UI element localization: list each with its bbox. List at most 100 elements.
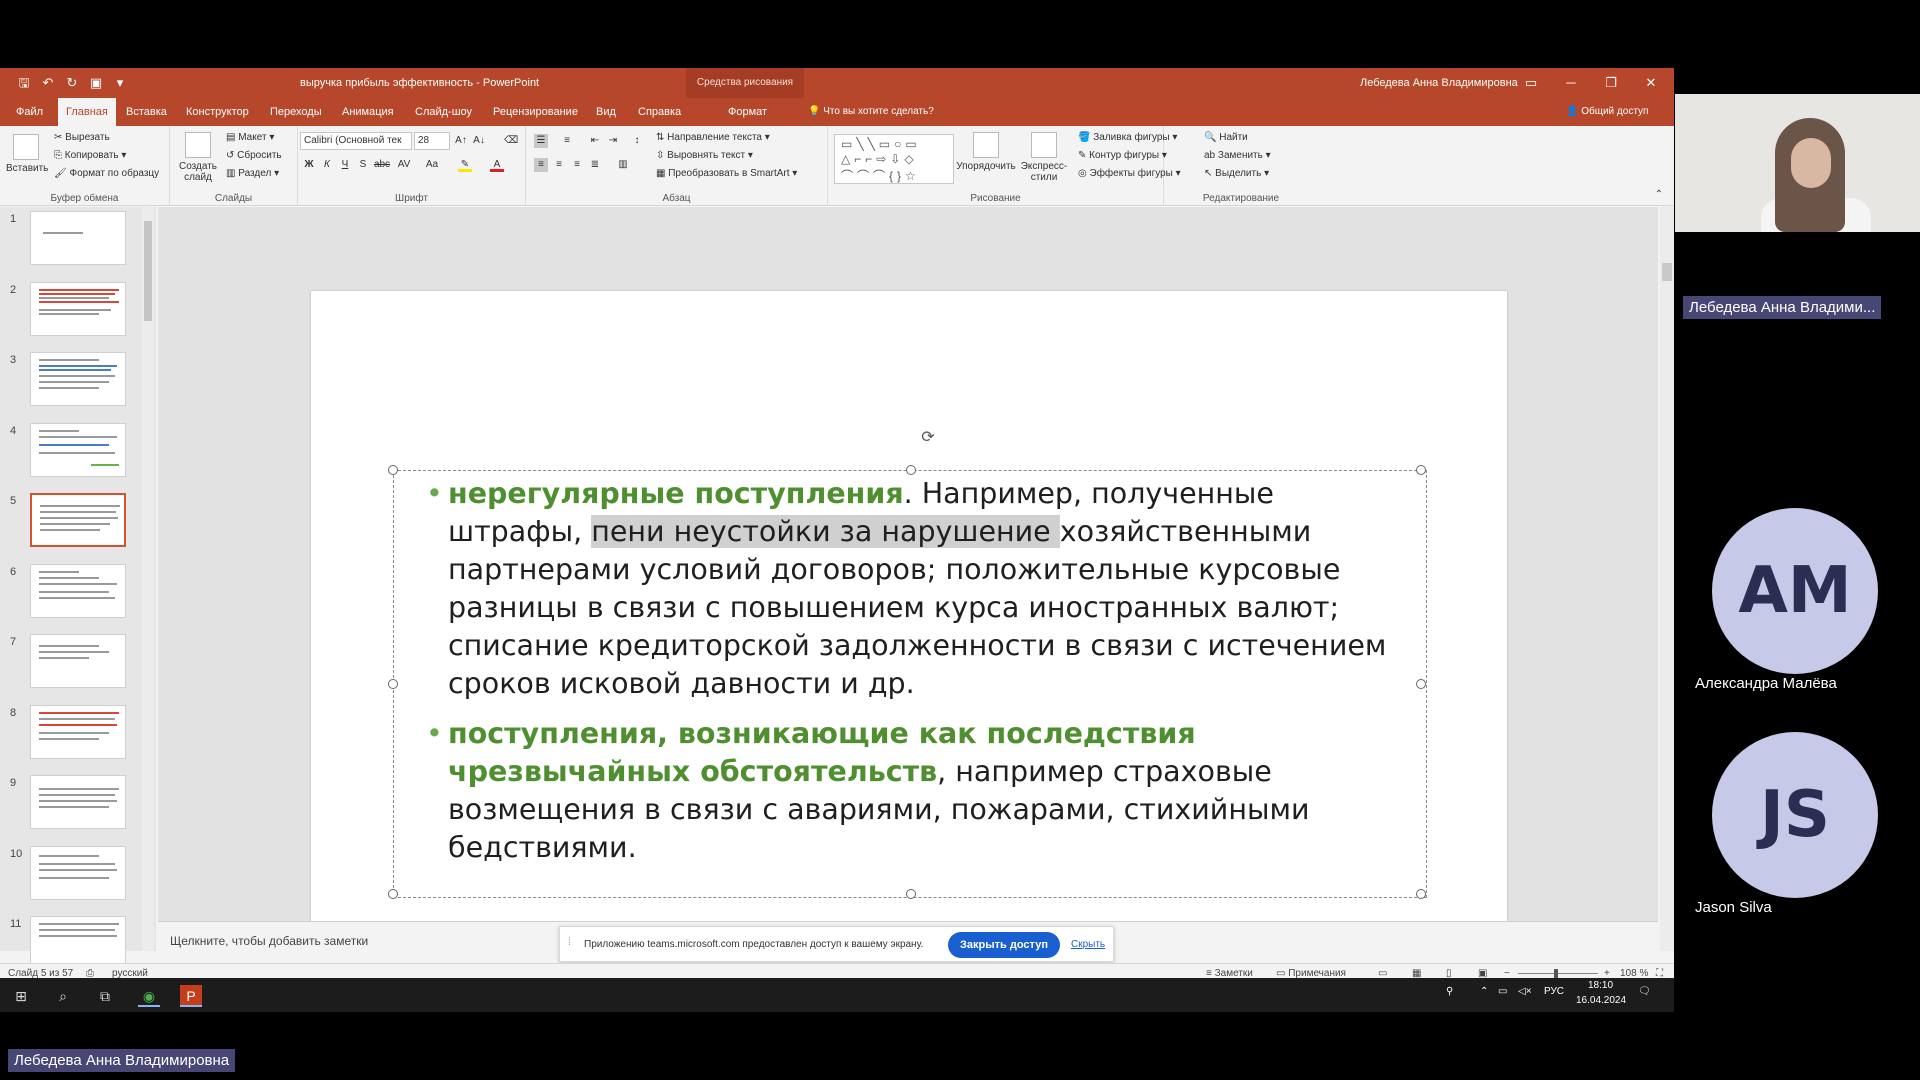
highlight-color-icon[interactable]: ✎ — [458, 158, 472, 172]
share-button[interactable]: 👤 Общий доступ — [1566, 98, 1648, 126]
tab-view[interactable]: Вид — [592, 98, 620, 126]
change-case-button[interactable]: Aa — [422, 158, 442, 172]
hide-link[interactable]: Скрыть — [1071, 939, 1105, 950]
section-button[interactable]: ▥ Раздел ▾ — [226, 168, 279, 179]
collapse-ribbon-icon[interactable]: ⌃ — [1652, 188, 1666, 202]
task-view-icon[interactable]: ⧉ — [94, 985, 116, 1007]
select-button[interactable]: ↖ Выделить ▾ — [1204, 168, 1269, 179]
resize-handle[interactable] — [906, 465, 916, 475]
tab-animations[interactable]: Анимация — [338, 98, 398, 126]
decrease-indent-icon[interactable]: ⇤ — [588, 134, 602, 148]
strikethrough-button[interactable]: abc — [372, 158, 392, 172]
zoom-slider[interactable] — [1518, 973, 1598, 974]
volume-icon[interactable]: ◁× — [1518, 986, 1532, 997]
content-textbox[interactable]: нерегулярные поступления. Например, полу… — [388, 465, 1427, 899]
cut-button[interactable]: ✂ Вырезать — [54, 132, 110, 143]
tab-slideshow[interactable]: Слайд-шоу — [411, 98, 476, 126]
italic-button[interactable]: К — [320, 158, 334, 172]
clear-format-icon[interactable]: ⌫ — [504, 134, 518, 148]
current-slide[interactable]: ⟳ нерегулярные поступления. Например, по… — [311, 291, 1507, 964]
shape-effects-button[interactable]: ◎ Эффекты фигуры ▾ — [1078, 168, 1181, 179]
grow-font-icon[interactable]: A↑ — [454, 134, 468, 148]
slide-thumbnail-1[interactable] — [30, 211, 126, 265]
find-button[interactable]: 🔍 Найти — [1204, 132, 1248, 143]
slide-thumbnail-3[interactable] — [30, 352, 126, 406]
windows-start-icon[interactable]: ⊞ — [10, 985, 32, 1007]
shapes-gallery[interactable]: ▭╲╲▭○▭ △⌐⌐⇨⇩◇ ⌒⌒⌒{}☆ — [834, 134, 954, 184]
align-left-icon[interactable]: ≡ — [534, 158, 548, 172]
resize-handle[interactable] — [906, 889, 916, 899]
resize-handle[interactable] — [388, 889, 398, 899]
tab-file[interactable]: Файл — [12, 98, 47, 126]
font-color-icon[interactable]: A — [490, 158, 504, 172]
slide-thumbnail-9[interactable] — [30, 775, 126, 829]
slide-thumbnail-7[interactable] — [30, 634, 126, 688]
tell-me-search[interactable]: 💡 Что вы хотите сделать? — [808, 98, 934, 126]
resize-handle[interactable] — [1416, 465, 1426, 475]
justify-icon[interactable]: ≣ — [588, 158, 602, 172]
slide-thumbnail-6[interactable] — [30, 563, 126, 618]
slide-thumbnail-10[interactable] — [30, 845, 126, 900]
arrange-button[interactable]: Упорядочить — [956, 132, 1016, 172]
redo-icon[interactable]: ↻ — [64, 75, 80, 91]
underline-button[interactable]: Ч — [338, 158, 352, 172]
participant-avatar-am[interactable]: АМ — [1712, 508, 1878, 674]
scrollbar-thumb[interactable] — [144, 221, 152, 321]
slide-thumbnail-11[interactable] — [30, 916, 126, 970]
stop-sharing-button[interactable]: Закрыть доступ — [948, 932, 1060, 958]
bullet-item-2[interactable]: поступления, возникающие как последствия… — [426, 715, 1416, 867]
tray-chevron-icon[interactable]: ⌃ — [1480, 986, 1488, 997]
align-center-icon[interactable]: ≡ — [552, 158, 566, 172]
tab-help[interactable]: Справка — [634, 98, 685, 126]
paste-button[interactable]: Вставить — [6, 134, 48, 174]
tab-review[interactable]: Рецензирование — [489, 98, 582, 126]
slide-thumbnail-8[interactable] — [30, 704, 126, 759]
tab-transitions[interactable]: Переходы — [266, 98, 326, 126]
line-spacing-icon[interactable]: ↕ — [630, 134, 644, 148]
smartart-button[interactable]: ▦ Преобразовать в SmartArt ▾ — [656, 168, 797, 179]
numbering-icon[interactable]: ≡ — [560, 134, 574, 148]
thumbnails-scrollbar[interactable] — [142, 207, 154, 951]
replace-button[interactable]: ab Заменить ▾ — [1204, 150, 1271, 161]
bullets-icon[interactable]: ☰ — [534, 134, 548, 148]
quick-styles-button[interactable]: Экспресс-стили — [1018, 132, 1070, 183]
ribbon-display-icon[interactable]: ▭ — [1520, 72, 1542, 94]
customize-qat-icon[interactable]: ▾ — [112, 75, 128, 91]
minimize-icon[interactable]: ─ — [1560, 72, 1582, 94]
new-slide-button[interactable]: Создать слайд — [176, 132, 220, 183]
bullet-item-1[interactable]: нерегулярные поступления. Например, полу… — [426, 475, 1416, 703]
format-painter-button[interactable]: 🖌 Формат по образцу — [54, 168, 159, 179]
tab-design[interactable]: Конструктор — [182, 98, 253, 126]
resize-handle[interactable] — [1416, 679, 1426, 689]
text-direction-button[interactable]: ⇅ Направление текста ▾ — [656, 132, 770, 143]
align-text-button[interactable]: ⇳ Выровнять текст ▾ — [656, 150, 753, 161]
edit-area-scrollbar[interactable] — [1660, 207, 1674, 951]
tab-insert[interactable]: Вставка — [122, 98, 171, 126]
account-name[interactable]: Лебедева Анна Владимировна — [1360, 77, 1518, 89]
shrink-font-icon[interactable]: A↓ — [472, 134, 486, 148]
clock-date[interactable]: 16.04.2024 — [1576, 995, 1626, 1006]
resize-handle[interactable] — [1416, 889, 1426, 899]
slide-thumbnail-4[interactable] — [30, 422, 126, 477]
char-spacing-button[interactable]: AV — [394, 158, 414, 172]
rotate-handle-icon[interactable]: ⟳ — [919, 429, 937, 447]
align-right-icon[interactable]: ≡ — [570, 158, 584, 172]
participant-avatar-js[interactable]: JS — [1712, 732, 1878, 898]
presenter-video[interactable] — [1675, 94, 1920, 232]
restore-icon[interactable]: ❐ — [1600, 72, 1622, 94]
bold-button[interactable]: Ж — [302, 158, 316, 172]
shape-outline-button[interactable]: ✎ Контур фигуры ▾ — [1078, 150, 1167, 161]
drag-handle-icon[interactable]: ⁞ — [568, 937, 571, 948]
reset-button[interactable]: ↺ Сбросить — [226, 150, 282, 161]
shape-fill-button[interactable]: 🪣 Заливка фигуры ▾ — [1078, 132, 1177, 143]
slide-thumbnail-5[interactable] — [30, 493, 126, 547]
font-size-combo[interactable]: 28 — [414, 132, 450, 150]
chrome-icon[interactable]: ◉ — [138, 985, 160, 1007]
powerpoint-icon[interactable]: P — [180, 985, 202, 1007]
increase-indent-icon[interactable]: ⇥ — [606, 134, 620, 148]
scrollbar-thumb[interactable] — [1662, 263, 1672, 281]
notifications-icon[interactable]: 🗨 — [1638, 986, 1651, 997]
resize-handle[interactable] — [388, 465, 398, 475]
font-name-combo[interactable]: Calibri (Основной тек — [300, 132, 412, 150]
slideshow-icon[interactable]: ▣ — [88, 75, 104, 91]
